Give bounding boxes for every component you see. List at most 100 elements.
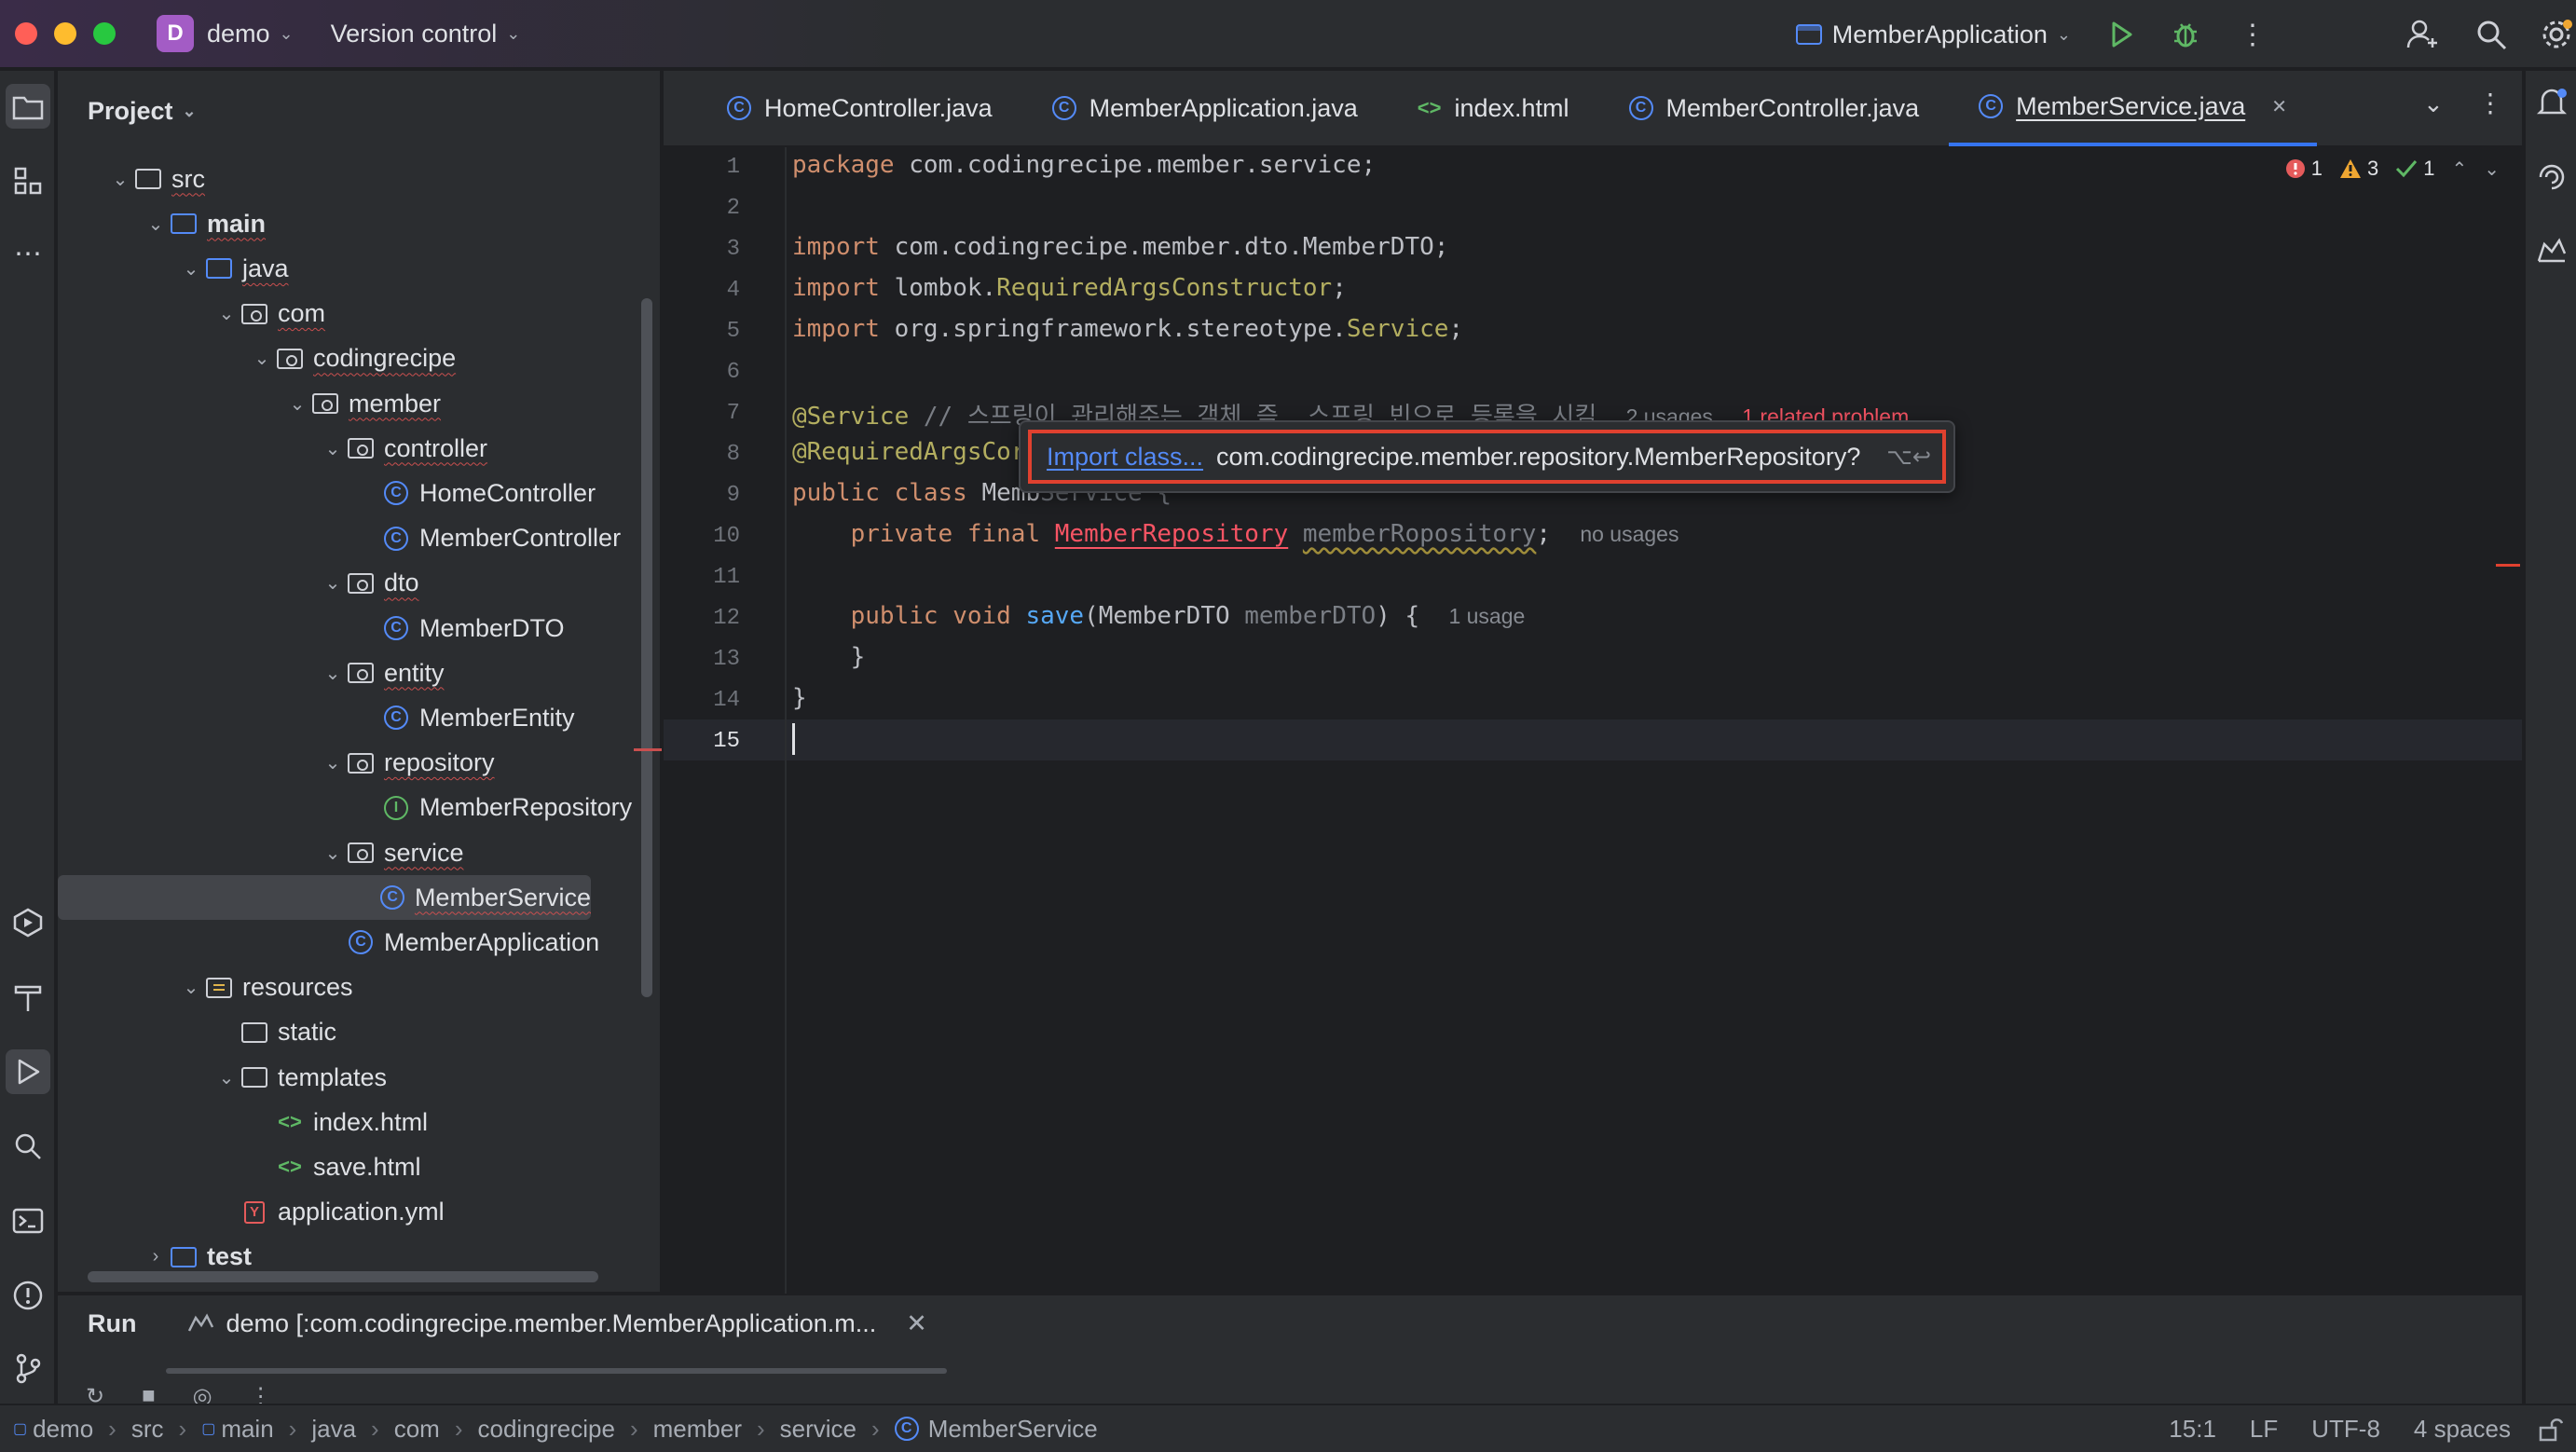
chevron-down-icon[interactable]: ⌄ <box>248 347 276 370</box>
tree-item-static[interactable]: static <box>58 1010 336 1055</box>
next-problem-icon[interactable]: ⌄ <box>2484 158 2500 181</box>
line-number[interactable]: 2 <box>727 196 740 221</box>
line-number[interactable]: 10 <box>713 524 740 549</box>
zoom-window-button[interactable] <box>93 22 116 45</box>
line-number[interactable]: 1 <box>727 155 740 180</box>
minimize-window-button[interactable] <box>54 22 76 45</box>
tree-item-membercontroller[interactable]: C MemberController <box>58 516 621 561</box>
tree-item-entity[interactable]: ⌄ entity <box>58 651 445 695</box>
git-tool-icon[interactable] <box>6 1346 50 1390</box>
tree-item-resources[interactable]: ⌄ resources <box>58 966 353 1010</box>
chevron-down-icon[interactable]: ⌄ <box>212 1066 240 1089</box>
run-icon[interactable] <box>2106 20 2136 49</box>
project-tool-icon[interactable] <box>6 84 50 129</box>
line-number[interactable]: 15 <box>713 729 740 754</box>
tree-item-repository[interactable]: ⌄ repository <box>58 741 495 786</box>
notifications-bell-icon[interactable] <box>2535 86 2569 119</box>
tabs-dropdown-icon[interactable]: ⌄ <box>2423 89 2444 118</box>
line-number[interactable]: 14 <box>713 688 740 713</box>
tree-item-memberentity[interactable]: C MemberEntity <box>58 695 575 740</box>
find-tool-icon[interactable] <box>6 1124 50 1169</box>
debug-icon[interactable] <box>2170 19 2201 50</box>
tree-item-templates[interactable]: ⌄ templates <box>58 1055 387 1100</box>
services-tool-icon[interactable] <box>6 900 50 945</box>
line-number[interactable]: 11 <box>713 565 740 590</box>
project-panel-header[interactable]: Project ⌄ <box>58 71 660 151</box>
tree-item-index-html[interactable]: <> index.html <box>58 1100 428 1144</box>
import-class-popup[interactable]: Import class... com.codingrecipe.member.… <box>1019 420 1955 493</box>
tree-item-memberdto[interactable]: C MemberDTO <box>58 606 565 651</box>
tab-membercontroller-java[interactable]: C MemberController.java <box>1599 70 1950 146</box>
line-number[interactable]: 9 <box>727 483 740 508</box>
tree-item-main[interactable]: ⌄ main <box>58 201 266 246</box>
chevron-right-icon[interactable]: › <box>142 1246 170 1267</box>
line-number[interactable]: 13 <box>713 647 740 672</box>
tree-item-save-html[interactable]: <> save.html <box>58 1144 420 1189</box>
breadcrumb-item[interactable]: src <box>131 1415 164 1444</box>
more-tools-icon[interactable]: ⋯ <box>6 231 50 276</box>
chevron-down-icon[interactable]: ⌄ <box>212 302 240 325</box>
ai-assistant-icon[interactable] <box>2535 160 2569 194</box>
chevron-down-icon[interactable]: ⌄ <box>283 392 311 416</box>
line-number[interactable]: 6 <box>727 360 740 385</box>
project-vertical-scrollbar[interactable] <box>641 298 652 997</box>
breadcrumb-item[interactable]: com <box>394 1415 440 1444</box>
breadcrumb-item[interactable]: demo <box>33 1415 93 1444</box>
tree-item-member[interactable]: ⌄ member <box>58 381 441 426</box>
cursor-position[interactable]: 15:1 <box>2169 1415 2216 1444</box>
close-icon[interactable]: ✕ <box>906 1309 927 1338</box>
prev-problem-icon[interactable]: ⌃ <box>2451 158 2467 181</box>
project-switcher[interactable]: demo ⌄ <box>207 20 294 48</box>
usages-hint[interactable]: 1 usage <box>1448 604 1525 628</box>
breadcrumb-item[interactable]: member <box>653 1415 742 1444</box>
chevron-down-icon[interactable]: ⌄ <box>319 437 347 460</box>
breadcrumb-item[interactable]: codingrecipe <box>478 1415 615 1444</box>
add-user-icon[interactable] <box>2406 18 2440 51</box>
tab-memberapplication-java[interactable]: C MemberApplication.java <box>1022 70 1388 146</box>
tree-item-service[interactable]: ⌄ service <box>58 830 464 875</box>
code-editor[interactable]: 1 2 3 4 5 6 7 8 9 10 11 12 13 14 15 1 3 1 ⌃ ⌄ package … <box>664 147 2522 1294</box>
line-number[interactable]: 7 <box>727 401 740 426</box>
chevron-down-icon[interactable]: ⌄ <box>177 257 205 281</box>
chevron-down-icon[interactable]: ⌄ <box>319 842 347 865</box>
run-tab-scrollbar[interactable] <box>166 1368 947 1374</box>
project-badge[interactable]: D <box>157 15 194 52</box>
tree-item-memberapplication[interactable]: C MemberApplication <box>58 920 599 965</box>
file-encoding[interactable]: UTF-8 <box>2311 1415 2380 1444</box>
chevron-down-icon[interactable]: ⌄ <box>177 976 205 999</box>
breadcrumb-item[interactable]: MemberService <box>928 1415 1098 1444</box>
import-class-link[interactable]: Import class... <box>1047 443 1203 472</box>
tab-homecontroller-java[interactable]: C HomeController.java <box>664 70 1022 146</box>
warning-count[interactable]: 3 <box>2339 157 2378 181</box>
project-horizontal-scrollbar[interactable] <box>88 1271 598 1282</box>
tree-item-codingrecipe[interactable]: ⌄ codingrecipe <box>58 336 457 381</box>
inspection-widget[interactable]: 1 3 1 ⌃ ⌄ <box>2285 157 2500 181</box>
chevron-down-icon[interactable]: ⌄ <box>142 212 170 236</box>
line-number[interactable]: 8 <box>727 442 740 467</box>
breadcrumb-item[interactable]: main <box>221 1415 273 1444</box>
chevron-down-icon[interactable]: ⌄ <box>319 751 347 774</box>
breadcrumb-item[interactable]: service <box>780 1415 856 1444</box>
tree-item-controller[interactable]: ⌄ controller <box>58 426 487 471</box>
settings-gear-icon[interactable] <box>2541 19 2572 50</box>
run-config-selector[interactable]: MemberApplication ⌄ <box>1795 21 2071 49</box>
ok-count[interactable]: 1 <box>2395 157 2434 181</box>
problems-tool-icon[interactable] <box>6 1273 50 1318</box>
close-window-button[interactable] <box>15 22 37 45</box>
line-number[interactable]: 3 <box>727 237 740 262</box>
tree-item-memberrepository[interactable]: I MemberRepository <box>58 786 632 830</box>
editor-error-marker[interactable] <box>2496 564 2520 567</box>
tree-item-com[interactable]: ⌄ com <box>58 292 325 336</box>
tree-item-java[interactable]: ⌄ java <box>58 246 289 291</box>
tab-index-html[interactable]: <> index.html <box>1388 70 1599 146</box>
more-actions-icon[interactable]: ⋮ <box>2239 19 2267 51</box>
tree-item-src[interactable]: ⌄ src <box>58 157 205 201</box>
chevron-down-icon[interactable]: ⌄ <box>106 168 134 191</box>
close-icon[interactable]: ✕ <box>2271 95 2287 118</box>
tree-item-memberservice[interactable]: C MemberService <box>58 875 591 921</box>
structure-tool-icon[interactable] <box>6 158 50 203</box>
search-icon[interactable] <box>2475 19 2507 50</box>
chevron-down-icon[interactable]: ⌄ <box>319 571 347 595</box>
tab-memberservice-java[interactable]: C MemberService.java ✕ <box>1949 70 2317 146</box>
tree-item-homecontroller[interactable]: C HomeController <box>58 471 596 515</box>
